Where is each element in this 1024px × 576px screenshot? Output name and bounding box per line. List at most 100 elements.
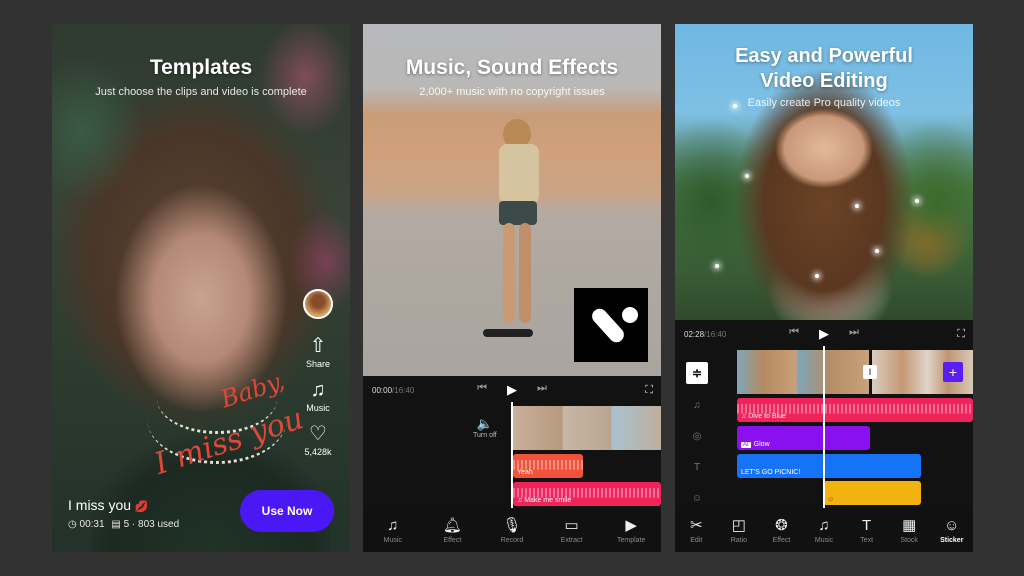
sound-effect-track[interactable]: Yeah: [513, 454, 583, 478]
lips-icon: 💋: [134, 501, 149, 513]
template-meta: ◷ 00:31 ▤ 5 · 803 used: [68, 519, 179, 530]
skip-forward-icon[interactable]: ⏭: [849, 326, 859, 342]
nav-extract[interactable]: ▭ Extract: [546, 517, 598, 544]
mic-icon: 🎙︎: [502, 516, 522, 534]
nav-label: Effect: [772, 536, 791, 544]
nav-music[interactable]: ♫ Music: [367, 517, 419, 544]
ratio-icon: ◰: [731, 516, 746, 534]
nav-label: Music: [814, 536, 834, 544]
share-button[interactable]: ⇧ Share: [306, 335, 330, 369]
template-used-count: 803 used: [138, 519, 180, 530]
fullscreen-icon[interactable]: ⛶: [957, 328, 965, 341]
template-icon: ▶︎: [625, 516, 637, 534]
playback-controls: 00:00/16:40 ⏮ ▶ ⏭ ⛶: [363, 378, 661, 402]
panel-title: Templates: [149, 56, 253, 79]
sparkle: [855, 204, 859, 208]
panel-subtitle: Easily create Pro quality videos: [747, 97, 901, 109]
clip-transition-icon[interactable]: I: [863, 365, 877, 379]
panel-title: Music, Sound Effects: [405, 56, 619, 79]
play-icon[interactable]: ▶: [507, 382, 517, 398]
music-track-icon: ♫: [693, 400, 701, 411]
skip-back-icon[interactable]: ⏮: [477, 382, 487, 398]
nav-label: Effect: [443, 536, 462, 544]
text-icon: T: [862, 516, 872, 534]
effect-track-icon: ◎: [692, 431, 702, 442]
share-label: Share: [305, 359, 331, 369]
template-name: I miss you 💋: [68, 497, 179, 513]
clips-icon: ▤: [111, 519, 121, 530]
use-now-button[interactable]: Use Now: [240, 490, 334, 532]
speaker-icon: 🔈: [476, 416, 493, 431]
title-line-1: Easy and Powerful: [735, 45, 913, 67]
sticker-icon: ☺: [944, 516, 960, 534]
video-clip-track[interactable]: [513, 406, 661, 450]
editing-bottom-nav: ✂ Edit ◰ Ratio ❂ Effect ♫ Music T Text ▦ Stock…: [675, 508, 973, 552]
text-track-label: LET'S GO PICNIC!: [741, 469, 801, 476]
split-icon[interactable]: ≑: [686, 362, 708, 384]
bell-add-icon: 🔔︎: [442, 516, 462, 534]
playhead[interactable]: [511, 402, 513, 510]
music-editor: 00:00/16:40 ⏮ ▶ ⏭ ⛶ 🔈 Turn off Yeah ♫ Ma…: [363, 376, 661, 552]
text-track[interactable]: LET'S GO PICNIC!: [737, 454, 921, 478]
video-clip-1[interactable]: [737, 350, 869, 394]
volume-toggle[interactable]: 🔈 Turn off: [473, 416, 497, 439]
template-clip-count: 5: [123, 519, 130, 530]
nav-label: Edit: [690, 536, 703, 544]
scissors-icon: ✂: [690, 516, 703, 534]
template-duration: 00:31: [79, 519, 105, 530]
nav-label: Template: [616, 536, 646, 544]
music-button[interactable]: ♫ Music: [306, 379, 330, 413]
music-add-icon: ♫: [387, 516, 399, 534]
clock-icon: ◷: [68, 519, 77, 530]
sparkle: [915, 199, 919, 203]
volume-label: Turn off: [473, 432, 497, 439]
title-line-2: Video Editing: [760, 70, 888, 92]
sticker-track-icon: ☺: [691, 493, 703, 504]
nav-ratio[interactable]: ◰ Ratio: [718, 517, 761, 544]
nav-record[interactable]: 🎙︎ Record: [486, 517, 538, 544]
nav-edit[interactable]: ✂ Edit: [675, 517, 718, 544]
like-count: 5,428k: [304, 447, 332, 457]
music-track-label: ♫ Dive to Blue: [741, 413, 786, 420]
nav-music[interactable]: ♫ Music: [803, 517, 846, 544]
vllo-logo: [574, 288, 648, 362]
nav-effect[interactable]: ❂ Effect: [760, 517, 803, 544]
music-panel: Music, Sound Effects 2,000+ music with n…: [363, 24, 661, 552]
sticker-track[interactable]: ☺: [823, 481, 921, 505]
template-info: I miss you 💋 ◷ 00:31 ▤ 5 · 803 used: [68, 497, 179, 530]
skater-figure: [481, 119, 551, 359]
video-editor: 02:28/16:40 ⏮ ▶ ⏭ ⛶ ≑ ♫ ◎ T ☺ I + ♫ Dive…: [675, 320, 973, 552]
nav-stock[interactable]: ▦ Stock: [888, 517, 931, 544]
nav-sticker[interactable]: ☺ Sticker: [930, 517, 973, 544]
effect-icon: ❂: [775, 516, 788, 534]
music-label: Music: [306, 403, 330, 413]
nav-text[interactable]: T Text: [845, 517, 888, 544]
playhead[interactable]: [823, 346, 825, 508]
like-button[interactable]: ♡ 5,428k: [304, 423, 331, 457]
nav-label: Extract: [560, 536, 583, 544]
nav-effect[interactable]: 🔔︎ Effect: [426, 517, 478, 544]
sticker-emoji-icon: ☺: [827, 496, 835, 503]
panel-subtitle: 2,000+ music with no copyright issues: [419, 86, 605, 98]
add-clip-button[interactable]: +: [943, 362, 963, 382]
track-rail: ≑ ♫ ◎ T ☺: [675, 350, 719, 508]
templates-panel: Baby, I miss you Templates Just choose t…: [52, 24, 350, 552]
music-track[interactable]: ♫ Dive to Blue: [737, 398, 973, 422]
ai-badge: AI: [741, 442, 751, 448]
separator-dot: ·: [131, 519, 136, 530]
music-track[interactable]: ♫ Make me smile: [513, 482, 661, 506]
play-icon[interactable]: ▶: [819, 326, 829, 342]
nav-template[interactable]: ▶︎ Template: [605, 517, 657, 544]
nav-label: Music: [383, 536, 402, 544]
skip-back-icon[interactable]: ⏮: [789, 326, 799, 342]
creator-avatar[interactable]: [303, 289, 333, 319]
fullscreen-icon[interactable]: ⛶: [645, 384, 653, 397]
music-track-label: ♫ Make me smile: [517, 497, 572, 504]
effect-name: Glow: [753, 441, 770, 448]
effect-track[interactable]: AI Glow: [737, 426, 870, 450]
playback-controls: 02:28/16:40 ⏮ ▶ ⏭ ⛶: [675, 322, 973, 346]
skip-forward-icon[interactable]: ⏭: [537, 382, 547, 398]
sparkle: [745, 174, 749, 178]
editing-panel: Easy and Powerful Video Editing Easily c…: [675, 24, 973, 552]
sparkle: [715, 264, 719, 268]
